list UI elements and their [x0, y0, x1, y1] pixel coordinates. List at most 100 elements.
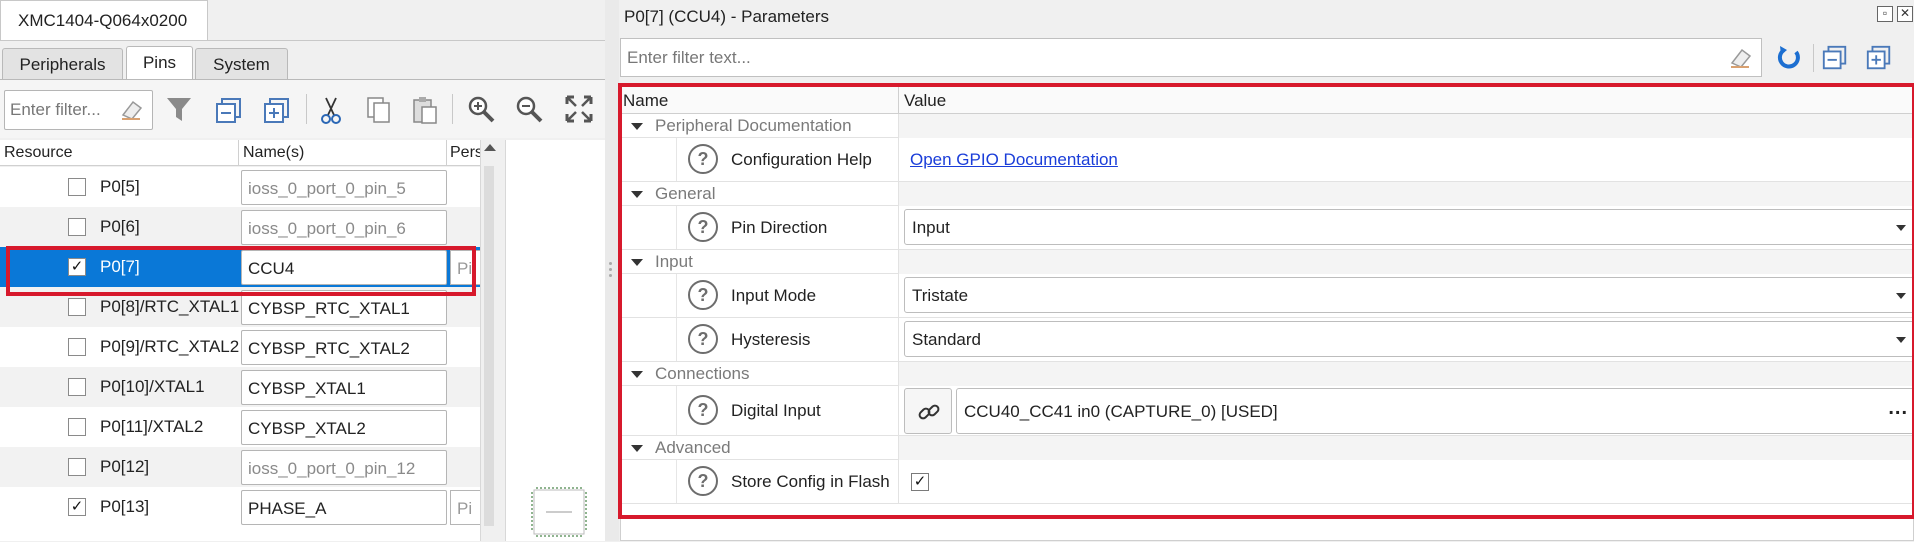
chip-preview[interactable] [505, 140, 605, 541]
help-icon[interactable]: ? [688, 324, 718, 354]
gpio-documentation-link[interactable]: Open GPIO Documentation [910, 150, 1118, 170]
pin-enable-checkbox[interactable] [68, 418, 86, 436]
fit-view-icon[interactable] [564, 94, 594, 124]
connection-value: CCU40_CC41 in0 (CAPTURE_0) [USED] [964, 402, 1278, 421]
tab-peripherals[interactable]: Peripherals [2, 48, 123, 79]
restore-icon[interactable]: ▫ [1877, 6, 1893, 22]
column-value[interactable]: Value [904, 91, 946, 111]
column-personality[interactable]: Pers [450, 144, 483, 162]
collapse-all-icon[interactable] [1821, 44, 1849, 72]
goto-connection-button[interactable] [904, 388, 952, 434]
funnel-icon[interactable] [164, 94, 194, 124]
param-row-store-config: ? Store Config in Flash ✓ [621, 460, 1914, 504]
pin-direction-dropdown[interactable]: Input [904, 209, 1914, 245]
column-name[interactable]: Name [623, 91, 668, 111]
table-row[interactable]: P0[6] ioss_0_port_0_pin_6 [0, 207, 480, 247]
tab-pins[interactable]: Pins [126, 46, 193, 79]
collapse-arrow-icon[interactable] [631, 123, 643, 130]
scrollbar-thumb[interactable] [484, 166, 494, 526]
pin-name-field[interactable]: CYBSP_RTC_XTAL2 [241, 330, 447, 365]
checkmark-icon: ✓ [913, 473, 927, 490]
pin-name-field[interactable]: ioss_0_port_0_pin_12 [241, 450, 447, 485]
collapse-arrow-icon[interactable] [631, 445, 643, 452]
splitter-grip [609, 268, 612, 271]
column-divider[interactable] [446, 140, 447, 166]
column-divider[interactable] [898, 86, 899, 114]
pin-enable-checkbox[interactable] [68, 338, 86, 356]
param-label: Pin Direction [731, 218, 828, 237]
table-row[interactable]: P0[10]/XTAL1 CYBSP_XTAL1 [0, 367, 480, 407]
more-options-button[interactable]: ... [1888, 397, 1908, 420]
row-indent [621, 274, 677, 317]
paste-icon[interactable] [410, 95, 440, 125]
pin-personality-field[interactable]: Pi [450, 490, 480, 525]
pin-enable-checkbox[interactable] [68, 458, 86, 476]
table-row[interactable]: P0[5] ioss_0_port_0_pin_5 [0, 167, 480, 207]
input-mode-dropdown[interactable]: Tristate [904, 277, 1914, 313]
help-icon[interactable]: ? [688, 466, 718, 496]
collapse-arrow-icon[interactable] [631, 371, 643, 378]
panel-splitter[interactable] [605, 0, 619, 541]
table-row[interactable]: ✓ P0[13] PHASE_A Pi [0, 487, 480, 527]
row-indent [621, 386, 677, 435]
group-general[interactable]: General [621, 182, 1914, 206]
hysteresis-dropdown[interactable]: Standard [904, 321, 1914, 357]
highlight-selected-pin [6, 246, 476, 296]
tab-system[interactable]: System [195, 48, 288, 79]
device-tab[interactable]: XMC1404-Q064x0200 [0, 0, 208, 40]
dropdown-value: Standard [912, 330, 981, 349]
chain-link-icon [918, 404, 940, 420]
parameters-table-header: Name Value [621, 86, 1914, 114]
expand-all-icon[interactable] [1865, 44, 1893, 72]
zoom-out-icon[interactable] [514, 94, 544, 124]
pin-name-field[interactable]: PHASE_A [241, 490, 447, 525]
pin-name-field[interactable]: ioss_0_port_0_pin_6 [241, 210, 447, 245]
help-icon[interactable]: ? [688, 144, 718, 174]
parameters-filter-input[interactable]: Enter filter text... [620, 38, 1762, 77]
pin-name-field[interactable]: CYBSP_XTAL1 [241, 370, 447, 405]
pin-enable-checkbox[interactable] [68, 178, 86, 196]
pins-filter-input[interactable]: Enter filter... [4, 90, 153, 130]
store-config-checkbox[interactable]: ✓ [911, 473, 929, 491]
column-resource[interactable]: Resource [4, 144, 72, 162]
column-names[interactable]: Name(s) [243, 144, 304, 162]
pin-enable-checkbox[interactable]: ✓ [68, 498, 86, 516]
zoom-in-icon[interactable] [466, 94, 496, 124]
expand-all-icon[interactable] [262, 96, 292, 126]
collapse-arrow-icon[interactable] [631, 191, 643, 198]
cut-icon[interactable] [316, 95, 346, 125]
refresh-icon[interactable] [1775, 44, 1803, 72]
param-label: Digital Input [731, 401, 821, 420]
group-advanced[interactable]: Advanced [621, 436, 1914, 460]
pins-table-scrollbar[interactable] [480, 140, 497, 541]
collapse-all-icon[interactable] [214, 96, 244, 126]
group-label: Input [655, 252, 693, 271]
pin-resource: P0[10]/XTAL1 [100, 377, 205, 396]
group-input[interactable]: Input [621, 250, 1914, 274]
table-row[interactable]: P0[12] ioss_0_port_0_pin_12 [0, 447, 480, 487]
table-row[interactable]: P0[11]/XTAL2 CYBSP_XTAL2 [0, 407, 480, 447]
collapse-arrow-icon[interactable] [631, 259, 643, 266]
pin-name-field[interactable]: CYBSP_XTAL2 [241, 410, 447, 445]
param-label: Configuration Help [731, 150, 872, 169]
group-peripheral-documentation[interactable]: Peripheral Documentation [621, 114, 1914, 138]
eraser-icon[interactable] [120, 99, 144, 121]
scroll-up-icon[interactable] [484, 144, 496, 151]
digital-input-connection-field[interactable]: CCU40_CC41 in0 (CAPTURE_0) [USED] ... [956, 388, 1914, 434]
eraser-icon[interactable] [1729, 47, 1753, 69]
pin-enable-checkbox[interactable] [68, 218, 86, 236]
group-connections[interactable]: Connections [621, 362, 1914, 386]
help-icon[interactable]: ? [688, 395, 718, 425]
table-row[interactable]: P0[9]/RTC_XTAL2 CYBSP_RTC_XTAL2 [0, 327, 480, 367]
help-icon[interactable]: ? [688, 212, 718, 242]
help-icon[interactable]: ? [688, 280, 718, 310]
group-value-cell [898, 182, 1914, 206]
pin-enable-checkbox[interactable] [68, 298, 86, 316]
pins-editor-panel: XMC1404-Q064x0200 Peripherals Pins Syste… [0, 0, 605, 541]
pin-name-field[interactable]: ioss_0_port_0_pin_5 [241, 170, 447, 205]
close-icon[interactable]: ✕ [1897, 6, 1913, 22]
group-value-cell [898, 250, 1914, 274]
pin-enable-checkbox[interactable] [68, 378, 86, 396]
column-divider[interactable] [238, 140, 239, 166]
copy-icon[interactable] [364, 95, 394, 125]
